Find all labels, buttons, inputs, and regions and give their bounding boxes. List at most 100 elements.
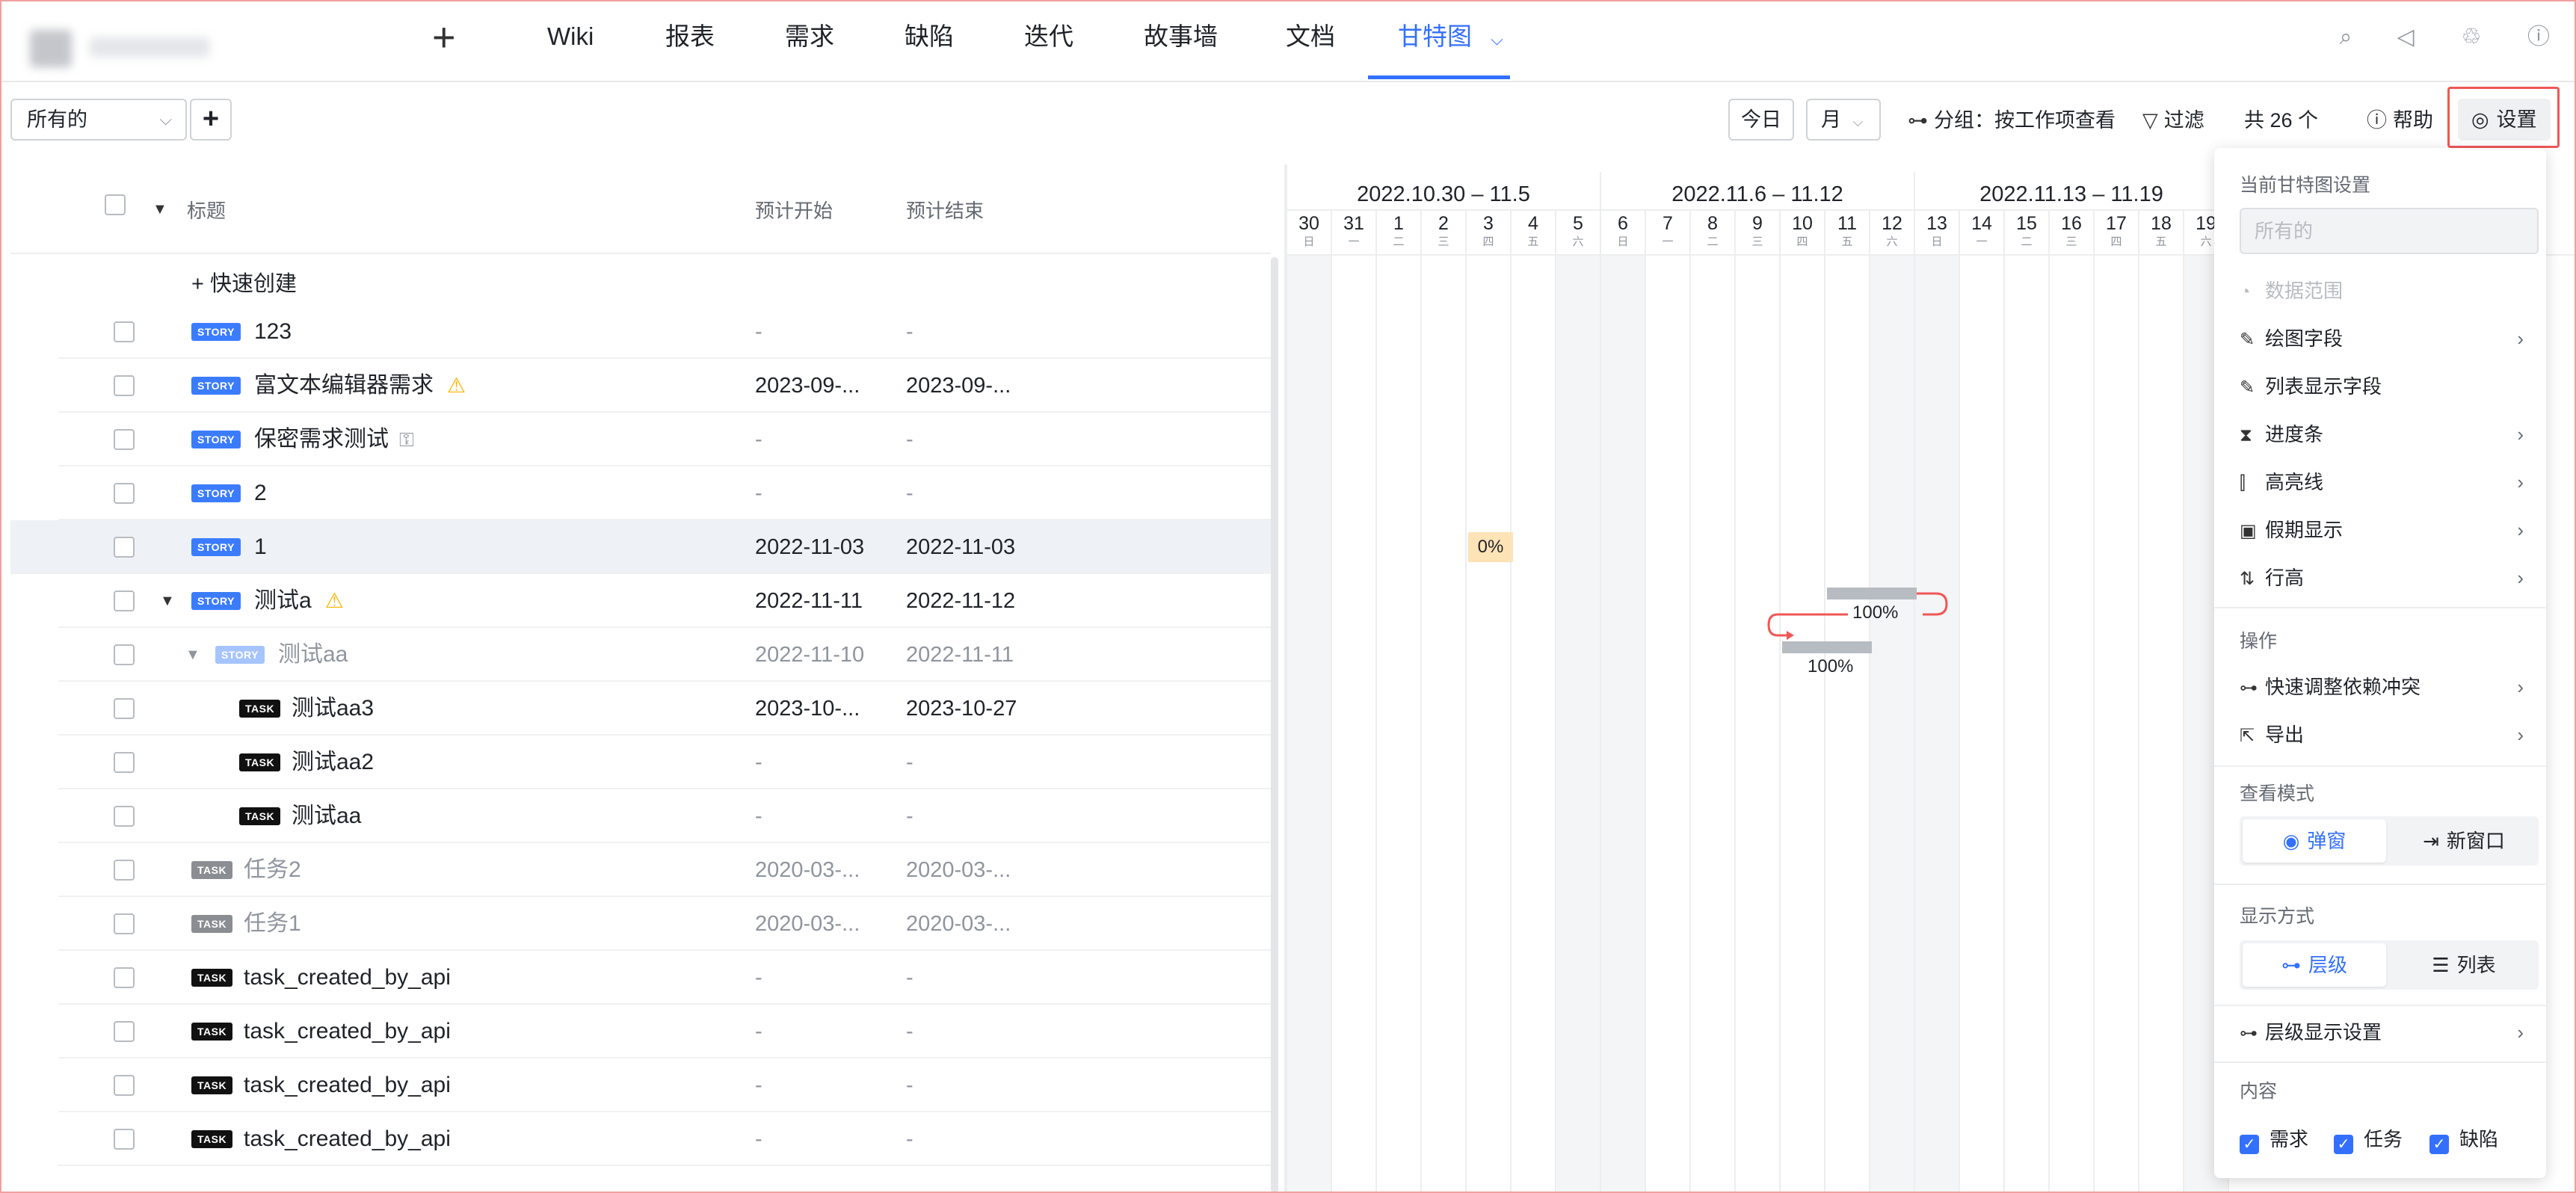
table-row[interactable]: TASK 测试aa3 2023-10-... 2023-10-27 — [58, 682, 1271, 736]
table-row[interactable]: TASK task_created_by_api - - — [58, 1005, 1271, 1058]
nav-item-report[interactable]: 报表 — [665, 0, 715, 79]
select-all-checkbox[interactable] — [105, 194, 126, 215]
group-button[interactable]: ⊶ 分组：按工作项查看 — [1908, 105, 2116, 136]
row-title[interactable]: task_created_by_api — [244, 1058, 451, 1112]
row-title[interactable]: task_created_by_api — [244, 1005, 451, 1058]
project-logo[interactable] — [30, 22, 254, 75]
row-title[interactable]: task_created_by_api — [244, 951, 451, 1005]
view-select[interactable]: 所有的 ⌵ — [10, 99, 187, 141]
table-row-selected[interactable]: STORY 1 2022-11-03 2022-11-03 — [10, 520, 1271, 574]
nav-item-bugs[interactable]: 缺陷 — [905, 0, 954, 79]
nav-item-iterations[interactable]: 迭代 — [1024, 0, 1073, 79]
row-title[interactable]: 任务1 — [244, 897, 301, 951]
row-title[interactable]: 测试aa — [292, 789, 361, 843]
content-task-checkbox[interactable]: ✓ 任务 — [2334, 1124, 2403, 1154]
row-checkbox[interactable] — [114, 375, 135, 396]
gantt-bar[interactable]: 0% — [1468, 532, 1513, 562]
row-checkbox[interactable] — [114, 698, 135, 719]
table-row[interactable]: STORY 2 - - — [58, 466, 1271, 520]
settings-button[interactable]: ◎ 设置 — [2458, 99, 2551, 141]
row-title[interactable]: 任务2 — [244, 843, 301, 897]
row-checkbox[interactable] — [114, 1075, 135, 1096]
row-checkbox[interactable] — [114, 321, 135, 342]
current-settings-input[interactable]: 所有的 — [2240, 208, 2539, 254]
quick-adjust-item[interactable]: ⊶ 快速调整依赖冲突 › — [2240, 668, 2524, 706]
table-row[interactable]: ▼ STORY 测试aa 2022-11-10 2022-11-11 — [58, 628, 1271, 682]
row-checkbox[interactable] — [114, 1021, 135, 1042]
scale-select[interactable]: 月 ⌵ — [1806, 99, 1881, 141]
progress-bar-item[interactable]: ⧗ 进度条 › — [2240, 416, 2524, 453]
table-row[interactable]: TASK 测试aa2 - - — [58, 736, 1271, 789]
display-level-option[interactable]: ⊶ 层级 — [2243, 943, 2386, 987]
table-row[interactable]: TASK 测试aa - - — [58, 789, 1271, 843]
nav-item-gantt[interactable]: 甘特图 ⌵ — [1368, 0, 1510, 79]
row-checkbox[interactable] — [114, 806, 135, 827]
row-checkbox[interactable] — [114, 1129, 135, 1150]
table-row[interactable]: STORY 保密需求测试 ⚿ - - — [58, 413, 1271, 466]
table-row[interactable]: ▼ STORY 测试a ⚠ 2022-11-11 2022-11-12 — [58, 574, 1271, 628]
column-header-title[interactable]: 标题 — [187, 196, 226, 224]
table-row[interactable]: TASK task_created_by_api - - — [58, 1112, 1271, 1166]
table-row[interactable]: TASK 任务2 2020-03-... 2020-03-... — [58, 843, 1271, 897]
nav-item-story-wall[interactable]: 故事墙 — [1144, 0, 1218, 79]
table-scrollbar[interactable] — [1271, 257, 1278, 1193]
help-circle-icon[interactable]: ⓘ — [2524, 22, 2554, 52]
table-row[interactable]: STORY 123 - - — [58, 305, 1271, 359]
row-checkbox[interactable] — [114, 752, 135, 773]
help-button[interactable]: ⓘ 帮助 — [2367, 105, 2433, 136]
row-title[interactable]: 测试aa3 — [292, 682, 374, 736]
view-popup-option[interactable]: ◉ 弹窗 — [2243, 819, 2386, 863]
column-header-start[interactable]: 预计开始 — [755, 196, 833, 224]
level-settings-item[interactable]: ⊶ 层级显示设置 › — [2240, 1014, 2524, 1051]
announcement-icon[interactable]: ◁ — [2391, 22, 2421, 52]
row-checkbox[interactable] — [114, 644, 135, 665]
expand-all-icon[interactable]: ▼ — [152, 164, 167, 254]
table-row[interactable]: TASK task_created_by_api - - — [58, 951, 1271, 1005]
display-list-option[interactable]: ☰ 列表 — [2392, 943, 2536, 987]
highlight-line-item[interactable]: ⫿ 高亮线 › — [2240, 463, 2524, 501]
day-header: 31 一 — [1332, 209, 1377, 254]
table-row[interactable]: TASK 任务1 2020-03-... 2020-03-... — [58, 897, 1271, 951]
today-button[interactable]: 今日 — [1728, 99, 1794, 141]
nav-item-requirements[interactable]: 需求 — [785, 0, 834, 79]
row-checkbox[interactable] — [114, 591, 135, 611]
row-title-wrap[interactable]: 富文本编辑器需求 ⚠ — [254, 359, 466, 413]
holiday-item[interactable]: ▣ 假期显示 › — [2240, 511, 2524, 549]
row-title-wrap[interactable]: 测试a ⚠ — [254, 574, 344, 628]
nav-add-button[interactable]: + — [432, 15, 456, 60]
nav-item-wiki[interactable]: Wiki — [547, 0, 594, 79]
row-checkbox[interactable] — [114, 967, 135, 988]
table-row[interactable]: TASK task_created_by_api - - — [58, 1058, 1271, 1112]
row-title[interactable]: 2 — [254, 466, 267, 520]
row-title[interactable]: 123 — [254, 305, 292, 359]
list-fields-item[interactable]: ✎ 列表显示字段 — [2240, 368, 2524, 405]
day-column — [1960, 254, 2005, 1193]
row-checkbox[interactable] — [114, 483, 135, 504]
draw-fields-item[interactable]: ✎ 绘图字段 › — [2240, 320, 2524, 357]
content-story-checkbox[interactable]: ✓ 需求 — [2240, 1124, 2308, 1154]
table-row[interactable]: STORY 富文本编辑器需求 ⚠ 2023-09-... 2023-09-... — [58, 359, 1271, 413]
row-checkbox[interactable] — [114, 860, 135, 881]
column-header-end[interactable]: 预计结束 — [906, 196, 984, 224]
export-item[interactable]: ⇱ 导出 › — [2240, 716, 2524, 753]
row-title[interactable]: 1 — [254, 520, 267, 574]
row-title[interactable]: 测试aa — [278, 628, 348, 682]
quick-create-button[interactable]: + 快速创建 — [191, 266, 297, 298]
view-new-window-option[interactable]: ⇥ 新窗口 — [2392, 819, 2536, 863]
row-checkbox[interactable] — [114, 537, 135, 558]
collapse-caret-icon[interactable]: ▼ — [160, 574, 175, 628]
search-icon[interactable]: ⌕ — [2331, 22, 2361, 52]
row-title[interactable]: task_created_by_api — [244, 1112, 451, 1166]
collapse-caret-icon[interactable]: ▼ — [185, 628, 200, 682]
notification-icon[interactable]: ♲ — [2456, 22, 2486, 52]
row-checkbox[interactable] — [114, 429, 135, 450]
nav-item-docs[interactable]: 文档 — [1286, 0, 1335, 79]
filter-button[interactable]: ▽ 过滤 — [2142, 105, 2204, 136]
content-bug-checkbox[interactable]: ✓ 缺陷 — [2429, 1124, 2498, 1154]
row-title[interactable]: 测试aa2 — [292, 736, 374, 789]
row-start: - — [755, 966, 762, 990]
row-title-wrap[interactable]: 保密需求测试 ⚿ — [254, 413, 414, 466]
row-height-item[interactable]: ⇅ 行高 › — [2240, 559, 2524, 596]
row-checkbox[interactable] — [114, 913, 135, 934]
add-view-button[interactable]: + — [190, 99, 232, 141]
